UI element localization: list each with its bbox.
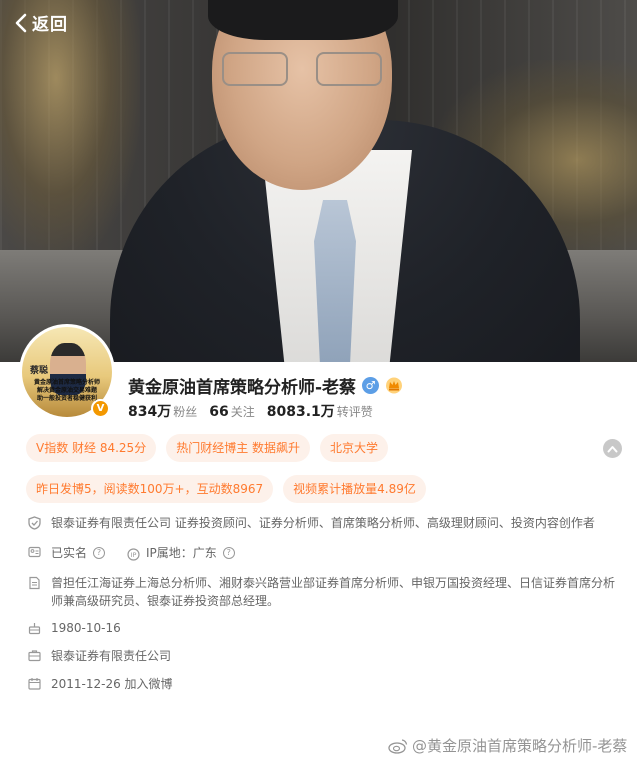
tag-v-index[interactable]: V指数 财经 84.25分: [26, 434, 157, 462]
tag-video-plays[interactable]: 视频累计播放量4.89亿: [283, 475, 426, 503]
info-birthday: 1980-10-16: [28, 619, 618, 637]
male-gender-icon: ♂: [362, 377, 380, 394]
tag-hot-blogger[interactable]: 热门财经博主 数据飙升: [166, 434, 311, 462]
birthday-text: 1980-10-16: [51, 621, 121, 635]
ip-location-help-icon[interactable]: ?: [222, 547, 235, 559]
following-stat[interactable]: 66 关注: [209, 401, 255, 420]
back-label: 返回: [32, 15, 68, 35]
followers-stat[interactable]: 834万 粉丝: [128, 401, 197, 421]
info-joined: 2011-12-26 加入微博: [28, 675, 618, 693]
identity-row: 已实名 ? IP IP属地：广东 ?: [51, 544, 235, 562]
real-name-help-icon[interactable]: ?: [93, 547, 106, 559]
crown-icon[interactable]: [385, 377, 403, 394]
avatar-name-text: 蔡聪: [30, 366, 49, 376]
followers-count: 834万: [128, 404, 172, 420]
interactions-label: 转评赞: [336, 405, 373, 419]
profile-stats: 834万 粉丝 66 关注 8083.1万 转评赞: [128, 401, 373, 421]
ip-location-icon: IP: [127, 547, 140, 561]
watermark: @黄金原油首席策略分析师-老蔡: [388, 735, 627, 756]
joined-text: 2011-12-26 加入微博: [51, 677, 173, 691]
avatar-line-1: 黄金原油首席策略分析师: [33, 379, 100, 386]
cover-person-hair: [208, 0, 398, 40]
cake-icon: [28, 623, 41, 635]
avatar-line-2: 解决黄金原油交易难题: [36, 387, 97, 394]
bio-text: 曾担任江海证券上海总分析师、湘财泰兴路营业部证券首席分析师、申银万国投资经理、日…: [51, 576, 616, 608]
cover-image: [0, 0, 637, 362]
weibo-logo-icon: [388, 738, 408, 754]
watermark-text: @黄金原油首席策略分析师-老蔡: [412, 737, 628, 755]
tag-university[interactable]: 北京大学: [320, 434, 389, 462]
real-name-text: 已实名: [51, 546, 88, 560]
document-icon: [29, 576, 40, 590]
company-text: 银泰证券有限责任公司: [51, 649, 172, 663]
tag-yesterday-activity[interactable]: 昨日发博5，阅读数100万+，互动数8967: [26, 475, 274, 503]
followers-label: 粉丝: [173, 405, 198, 419]
following-count: 66: [209, 404, 229, 420]
tag-row-2: 昨日发博5，阅读数100万+，互动数8967 视频累计播放量4.89亿: [26, 475, 426, 503]
back-button[interactable]: 返回: [14, 10, 68, 35]
info-bio: 曾担任江海证券上海总分析师、湘财泰兴路营业部证券首席分析师、申银万国投资经理、日…: [28, 574, 618, 610]
certification-text: 银泰证券有限责任公司 证券投资顾问、证券分析师、首席策略分析师、高级理财顾问、投…: [51, 516, 595, 530]
briefcase-icon: [28, 650, 41, 662]
id-card-icon: [28, 546, 41, 558]
interactions-count: 8083.1万: [266, 404, 335, 420]
shield-icon: [28, 516, 41, 530]
profile-name-row: 黄金原油首席策略分析师-老蔡 ♂: [128, 373, 403, 398]
calendar-icon: [28, 678, 41, 690]
chevron-left-icon: [15, 13, 27, 32]
ip-location-text: IP属地：广东: [146, 546, 217, 560]
chevron-up-icon: [607, 445, 618, 452]
cover-person-glasses: [222, 52, 382, 92]
collapse-tags-button[interactable]: [603, 439, 622, 458]
tag-row-1: V指数 财经 84.25分 热门财经博主 数据飙升 北京大学: [26, 434, 389, 462]
info-certification: 银泰证券有限责任公司 证券投资顾问、证券分析师、首席策略分析师、高级理财顾问、投…: [28, 514, 618, 532]
verified-badge-icon: V: [91, 399, 110, 418]
cover-light-left: [0, 0, 140, 260]
profile-name: 黄金原油首席策略分析师-老蔡: [128, 378, 357, 398]
following-label: 关注: [230, 405, 255, 419]
info-company: 银泰证券有限责任公司: [28, 647, 618, 665]
svg-text:IP: IP: [131, 551, 137, 559]
interactions-stat[interactable]: 8083.1万 转评赞: [267, 401, 373, 421]
info-identity: 已实名 ? IP IP属地：广东 ?: [28, 544, 618, 562]
